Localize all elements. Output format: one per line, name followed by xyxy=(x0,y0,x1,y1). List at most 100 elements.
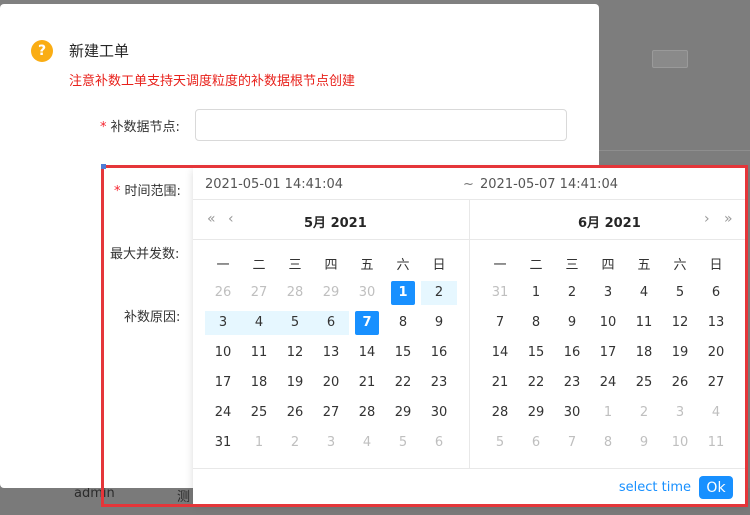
calendar-day[interactable]: 5 xyxy=(662,281,698,305)
calendar-day[interactable]: 11 xyxy=(698,431,734,455)
calendar-day[interactable]: 1 xyxy=(590,401,626,425)
calendar-day[interactable]: 13 xyxy=(698,311,734,335)
calendar-day[interactable]: 10 xyxy=(590,311,626,335)
calendar-day[interactable]: 6 xyxy=(698,281,734,305)
calendar-day[interactable]: 7 xyxy=(554,431,590,455)
calendar-day[interactable]: 4 xyxy=(349,431,385,455)
range-start-input[interactable]: 2021-05-01 14:41:04 xyxy=(205,177,343,192)
calendar-day[interactable]: 11 xyxy=(241,341,277,365)
calendar-day[interactable]: 28 xyxy=(482,401,518,425)
background-tag xyxy=(652,50,688,68)
calendar-day[interactable]: 9 xyxy=(626,431,662,455)
calendar-day[interactable]: 24 xyxy=(590,371,626,395)
calendar-day[interactable]: 9 xyxy=(421,311,457,335)
calendar-day[interactable]: 17 xyxy=(590,341,626,365)
calendar-day[interactable]: 4 xyxy=(626,281,662,305)
prev-year-icon[interactable]: « xyxy=(207,211,216,227)
calendar-day[interactable]: 16 xyxy=(554,341,590,365)
next-month-icon[interactable]: › xyxy=(704,211,710,227)
calendar-day[interactable]: 8 xyxy=(590,431,626,455)
calendar-day[interactable]: 30 xyxy=(349,281,385,305)
calendar-day[interactable]: 16 xyxy=(421,341,457,365)
calendar-day[interactable]: 12 xyxy=(277,341,313,365)
calendar-day[interactable]: 2 xyxy=(554,281,590,305)
calendar-day[interactable]: 15 xyxy=(518,341,554,365)
calendar-day[interactable]: 1 xyxy=(518,281,554,305)
calendar-day[interactable]: 3 xyxy=(313,431,349,455)
calendar-day[interactable]: 27 xyxy=(313,401,349,425)
calendar-day[interactable]: 25 xyxy=(626,371,662,395)
calendar-day[interactable]: 29 xyxy=(518,401,554,425)
prev-month-icon[interactable]: ‹ xyxy=(228,211,234,227)
calendar-day[interactable]: 15 xyxy=(385,341,421,365)
calendar-day[interactable]: 18 xyxy=(626,341,662,365)
calendar-day[interactable]: 6 xyxy=(421,431,457,455)
calendar-day[interactable]: 2 xyxy=(277,431,313,455)
calendar-day[interactable]: 3 xyxy=(590,281,626,305)
day-number: 1 xyxy=(603,405,613,420)
in-range-day[interactable]: 3 xyxy=(205,311,241,335)
calendar-day[interactable]: 24 xyxy=(205,401,241,425)
calendar-day[interactable]: 14 xyxy=(482,341,518,365)
in-range-day[interactable]: 4 xyxy=(241,311,277,335)
calendar-day[interactable]: 21 xyxy=(482,371,518,395)
range-end-input[interactable]: 2021-05-07 14:41:04 xyxy=(480,177,618,192)
day-number: 15 xyxy=(527,345,545,360)
calendar-day[interactable]: 27 xyxy=(241,281,277,305)
day-cell: 11 xyxy=(626,308,662,338)
calendar-day[interactable]: 10 xyxy=(662,431,698,455)
calendar-day[interactable]: 25 xyxy=(241,401,277,425)
calendar-day[interactable]: 28 xyxy=(349,401,385,425)
calendar-day[interactable]: 4 xyxy=(698,401,734,425)
calendar-day[interactable]: 26 xyxy=(205,281,241,305)
calendar-day[interactable]: 13 xyxy=(313,341,349,365)
calendar-day[interactable]: 2 xyxy=(626,401,662,425)
in-range-day[interactable]: 2 xyxy=(421,281,457,305)
calendar-day[interactable]: 6 xyxy=(518,431,554,455)
next-year-icon[interactable]: » xyxy=(724,211,733,227)
calendar-day[interactable]: 3 xyxy=(662,401,698,425)
week-row: 10 11 12 13 14 15 16 xyxy=(205,338,457,368)
calendar-day[interactable]: 31 xyxy=(205,431,241,455)
right-month-title[interactable]: 6月 2021 xyxy=(578,212,641,231)
calendar-day[interactable]: 31 xyxy=(482,281,518,305)
selected-day[interactable]: 7 xyxy=(349,311,385,335)
calendar-day[interactable]: 30 xyxy=(554,401,590,425)
calendar-day[interactable]: 28 xyxy=(277,281,313,305)
node-input[interactable] xyxy=(195,109,567,141)
calendar-day[interactable]: 22 xyxy=(518,371,554,395)
calendar-day[interactable]: 19 xyxy=(662,341,698,365)
ok-button[interactable]: Ok xyxy=(699,476,733,499)
calendar-day[interactable]: 1 xyxy=(241,431,277,455)
select-time-link[interactable]: select time xyxy=(619,480,691,495)
calendar-day[interactable]: 5 xyxy=(385,431,421,455)
calendar-day[interactable]: 19 xyxy=(277,371,313,395)
calendar-day[interactable]: 26 xyxy=(277,401,313,425)
calendar-day[interactable]: 12 xyxy=(662,311,698,335)
calendar-day[interactable]: 7 xyxy=(482,311,518,335)
calendar-day[interactable]: 21 xyxy=(349,371,385,395)
in-range-day[interactable]: 5 xyxy=(277,311,313,335)
selected-day[interactable]: 1 xyxy=(385,281,421,305)
calendar-day[interactable]: 23 xyxy=(421,371,457,395)
calendar-day[interactable]: 20 xyxy=(313,371,349,395)
calendar-day[interactable]: 30 xyxy=(421,401,457,425)
calendar-day[interactable]: 14 xyxy=(349,341,385,365)
calendar-day[interactable]: 29 xyxy=(313,281,349,305)
calendar-day[interactable]: 5 xyxy=(482,431,518,455)
calendar-day[interactable]: 22 xyxy=(385,371,421,395)
calendar-day[interactable]: 9 xyxy=(554,311,590,335)
calendar-day[interactable]: 26 xyxy=(662,371,698,395)
calendar-day[interactable]: 18 xyxy=(241,371,277,395)
calendar-day[interactable]: 23 xyxy=(554,371,590,395)
calendar-day[interactable]: 29 xyxy=(385,401,421,425)
calendar-day[interactable]: 11 xyxy=(626,311,662,335)
calendar-day[interactable]: 8 xyxy=(385,311,421,335)
calendar-day[interactable]: 8 xyxy=(518,311,554,335)
calendar-day[interactable]: 20 xyxy=(698,341,734,365)
calendar-day[interactable]: 17 xyxy=(205,371,241,395)
in-range-day[interactable]: 6 xyxy=(313,311,349,335)
calendar-day[interactable]: 10 xyxy=(205,341,241,365)
left-month-title[interactable]: 5月 2021 xyxy=(304,212,367,231)
calendar-day[interactable]: 27 xyxy=(698,371,734,395)
